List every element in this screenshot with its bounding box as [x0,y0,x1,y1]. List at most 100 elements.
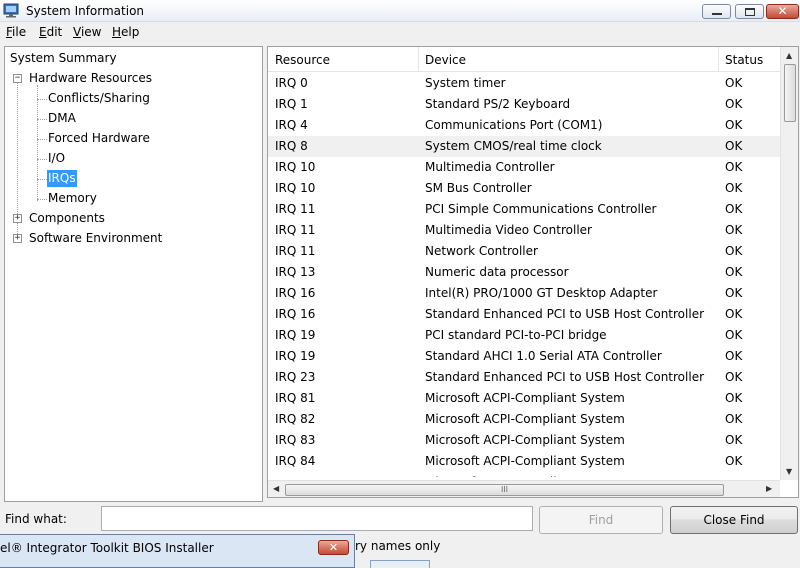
tree-connector [37,119,47,120]
cell-status: OK [725,244,743,258]
cell-device: Microsoft ACPI-Compliant System [425,475,625,477]
cell-resource: IRQ 19 [275,349,316,363]
vertical-scrollbar[interactable]: ▲ ▼ [780,47,798,480]
scroll-up-icon[interactable]: ▲ [786,51,792,60]
horizontal-scrollbar[interactable]: ◀ III ▶ [268,480,780,497]
tree-item-irqs[interactable]: IRQs [47,170,77,187]
cell-device: Network Controller [425,244,538,258]
table-row[interactable]: IRQ 11 Network Controller OK [268,241,780,262]
cell-device: Numeric data processor [425,265,569,279]
tree-item-system-summary[interactable]: System Summary [10,50,117,67]
cell-resource: IRQ 10 [275,181,316,195]
details-list[interactable]: Resource Device Status IRQ 0 System timer… [267,46,799,498]
find-button[interactable]: Find [539,506,663,534]
minimize-icon [712,13,722,15]
tree-item-io[interactable]: I/O [48,150,65,167]
title-bar: System Information ✕ [0,0,800,22]
cell-device: Intel(R) PRO/1000 GT Desktop Adapter [425,286,658,300]
column-header-status[interactable]: Status [725,53,763,67]
cell-device: Microsoft ACPI-Compliant System [425,391,625,405]
vertical-scroll-thumb[interactable] [784,64,796,122]
expand-icon[interactable]: + [13,214,22,223]
cell-status: OK [725,286,743,300]
maximize-button[interactable] [735,4,764,19]
menu-help[interactable]: Help [112,25,139,39]
table-row[interactable]: IRQ 19 Standard AHCI 1.0 Serial ATA Contr… [268,346,780,367]
table-row[interactable]: IRQ 16 Intel(R) PRO/1000 GT Desktop Adapt… [268,283,780,304]
tree-item-hardware-resources[interactable]: Hardware Resources [29,70,152,87]
menu-view[interactable]: View [73,25,101,39]
table-row[interactable]: IRQ 83 Microsoft ACPI-Compliant System OK [268,430,780,451]
table-body: IRQ 0 System timer OK IRQ 1 Standard PS/2 Ke… [268,73,780,477]
scroll-left-icon[interactable]: ◀ [273,484,279,493]
category-tree[interactable]: System Summary − Hardware Resources Conf… [4,46,263,502]
cell-status: OK [725,433,743,447]
search-category-names-option[interactable]: ry names only [355,539,440,553]
cell-resource: IRQ 82 [275,412,316,426]
cell-resource: IRQ 84 [275,454,316,468]
column-divider[interactable] [718,47,719,72]
bios-installer-window[interactable]: el® Integrator Toolkit BIOS Installer ✕ [0,534,355,568]
table-row[interactable]: IRQ 19 PCI standard PCI-to-PCI bridge OK [268,325,780,346]
table-row[interactable]: IRQ 13 Numeric data processor OK [268,262,780,283]
table-row[interactable]: IRQ 8 System CMOS/real time clock OK [268,136,780,157]
table-row[interactable]: IRQ 11 PCI Simple Communications Controll… [268,199,780,220]
tree-item-software-environment[interactable]: Software Environment [29,230,162,247]
table-row[interactable]: IRQ 0 System timer OK [268,73,780,94]
cell-resource: IRQ 11 [275,223,316,237]
table-row[interactable]: IRQ 85 Microsoft ACPI-Compliant System OK [268,472,780,477]
scroll-down-icon[interactable]: ▼ [786,467,792,476]
table-row[interactable]: IRQ 84 Microsoft ACPI-Compliant System OK [268,451,780,472]
background-window-fragment [370,560,430,568]
cell-status: OK [725,202,743,216]
table-row[interactable]: IRQ 10 SM Bus Controller OK [268,178,780,199]
menu-file[interactable]: File [6,25,26,39]
tree-item-dma[interactable]: DMA [48,110,76,127]
table-row[interactable]: IRQ 81 Microsoft ACPI-Compliant System OK [268,388,780,409]
table-row[interactable]: IRQ 16 Standard Enhanced PCI to USB Host … [268,304,780,325]
table-row[interactable]: IRQ 10 Multimedia Controller OK [268,157,780,178]
cell-status: OK [725,328,743,342]
tree-item-memory[interactable]: Memory [48,190,97,207]
tree-connector [37,85,38,201]
collapse-icon[interactable]: − [13,74,22,83]
cell-device: Communications Port (COM1) [425,118,603,132]
cell-device: Multimedia Video Controller [425,223,592,237]
cell-resource: IRQ 1 [275,97,308,111]
menu-bar: File Edit View Help [0,23,800,42]
column-header-resource[interactable]: Resource [275,53,330,67]
table-row[interactable]: IRQ 1 Standard PS/2 Keyboard OK [268,94,780,115]
cell-status: OK [725,412,743,426]
table-row[interactable]: IRQ 11 Multimedia Video Controller OK [268,220,780,241]
column-header-device[interactable]: Device [425,53,466,67]
cell-resource: IRQ 13 [275,265,316,279]
close-find-button[interactable]: Close Find [670,506,798,534]
system-information-icon [3,3,19,18]
scroll-right-icon[interactable]: ▶ [766,484,772,493]
table-row[interactable]: IRQ 23 Standard Enhanced PCI to USB Host … [268,367,780,388]
tree-item-components[interactable]: Components [29,210,105,227]
table-row[interactable]: IRQ 4 Communications Port (COM1) OK [268,115,780,136]
expand-icon[interactable]: + [13,234,22,243]
maximize-icon [745,8,755,16]
cell-status: OK [725,391,743,405]
cell-resource: IRQ 85 [275,475,315,477]
close-button[interactable]: ✕ [766,4,799,19]
menu-edit[interactable]: Edit [39,25,62,39]
find-input[interactable] [101,506,533,531]
tree-item-forced-hardware[interactable]: Forced Hardware [48,130,150,147]
cell-device: PCI standard PCI-to-PCI bridge [425,328,607,342]
tree-connector [37,159,47,160]
cell-resource: IRQ 83 [275,433,316,447]
minimize-button[interactable] [702,4,731,19]
cell-device: Standard Enhanced PCI to USB Host Contro… [425,307,705,321]
cell-resource: IRQ 23 [275,370,316,384]
horizontal-scroll-thumb[interactable]: III [285,484,724,496]
table-row[interactable]: IRQ 82 Microsoft ACPI-Compliant System OK [268,409,780,430]
tree-item-conflicts-sharing[interactable]: Conflicts/Sharing [48,90,150,107]
find-label: Find what: [5,512,67,526]
column-divider[interactable] [418,47,419,72]
bios-installer-close-button[interactable]: ✕ [318,540,349,555]
grip-icon: III [500,485,509,494]
cell-resource: IRQ 4 [275,118,308,132]
